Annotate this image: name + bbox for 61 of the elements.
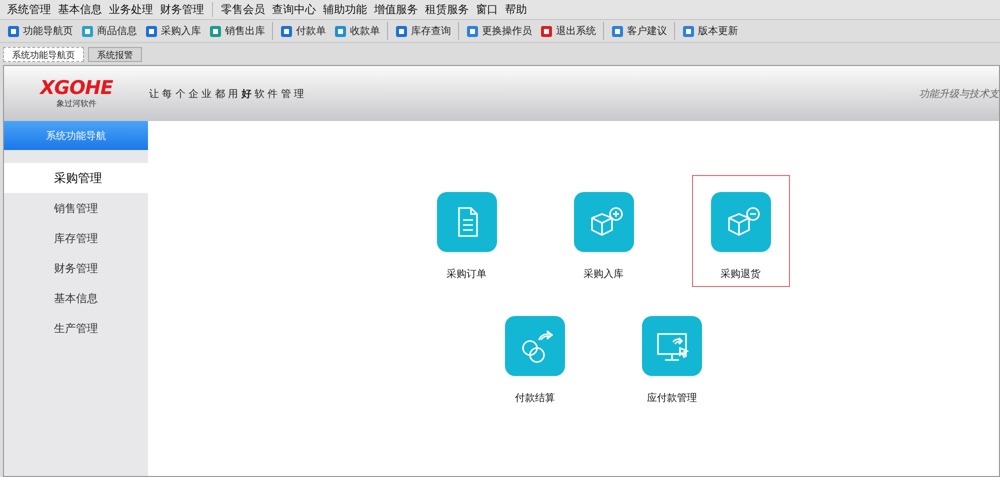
- toolbar-button[interactable]: 更换操作员: [462, 21, 536, 41]
- toolbar-icon: [81, 24, 94, 38]
- toolbar-button[interactable]: 采购入库: [141, 21, 205, 41]
- toolbar-button[interactable]: 退出系统: [536, 21, 600, 41]
- support-link[interactable]: 功能升级与技术支: [919, 86, 999, 100]
- sidebar-title: 系统功能导航: [4, 121, 148, 150]
- tab[interactable]: 系统功能导航页: [3, 47, 84, 62]
- tab[interactable]: 系统报警: [88, 47, 142, 62]
- menu-item[interactable]: 查询中心: [269, 2, 319, 17]
- sidebar-item[interactable]: 基本信息: [4, 283, 148, 313]
- function-tile[interactable]: 付款结算: [486, 299, 584, 411]
- menu-item[interactable]: 系统管理: [4, 2, 54, 17]
- monitor-icon: [642, 316, 702, 376]
- coins-icon: [505, 316, 565, 376]
- function-tile[interactable]: 采购入库: [554, 175, 652, 287]
- toolbar-icon: [682, 24, 695, 38]
- slogan: 让 每 个 企 业 都 用 好 软 件 管 理: [149, 88, 304, 100]
- toolbar-button[interactable]: 商品信息: [77, 21, 141, 41]
- sidebar-item[interactable]: 销售管理: [4, 193, 148, 223]
- sidebar-item[interactable]: 采购管理: [4, 163, 148, 193]
- tile-label: 付款结算: [515, 392, 555, 405]
- tile-label: 采购入库: [584, 268, 624, 281]
- logo-subtitle: 象过河软件: [56, 98, 96, 109]
- box-plus-icon: [574, 192, 634, 252]
- tile-label: 采购订单: [446, 268, 486, 281]
- menu-item[interactable]: 基本信息: [55, 2, 105, 17]
- toolbar-button[interactable]: 版本更新: [678, 21, 742, 41]
- logo: XGOHE: [40, 78, 113, 98]
- toolbar-icon: [145, 24, 158, 38]
- tile-label: 应付款管理: [647, 392, 697, 405]
- box-minus-icon: [710, 192, 770, 252]
- toolbar-button[interactable]: 库存查询: [391, 21, 455, 41]
- menu-item[interactable]: 帮助: [502, 2, 530, 17]
- sidebar-item[interactable]: 财务管理: [4, 253, 148, 283]
- function-tile[interactable]: 采购退货: [692, 175, 790, 287]
- menu-item[interactable]: 零售会员: [218, 2, 268, 17]
- toolbar-icon: [209, 24, 222, 38]
- menu-item[interactable]: 租赁服务: [422, 2, 472, 17]
- sidebar-item[interactable]: 库存管理: [4, 223, 148, 253]
- document-icon: [436, 192, 496, 252]
- menu-item[interactable]: 财务管理: [157, 2, 207, 17]
- function-tile[interactable]: 应付款管理: [623, 299, 721, 411]
- sidebar-item[interactable]: 生产管理: [4, 313, 148, 343]
- menu-item[interactable]: 增值服务: [371, 2, 421, 17]
- toolbar-icon: [395, 24, 408, 38]
- toolbar-icon: [466, 24, 479, 38]
- toolbar-icon: [334, 24, 347, 38]
- function-tile[interactable]: 采购订单: [418, 175, 516, 287]
- toolbar-button[interactable]: 销售出库: [205, 21, 269, 41]
- toolbar-icon: [611, 24, 624, 38]
- menu-item[interactable]: 窗口: [473, 2, 501, 17]
- toolbar-button[interactable]: 收款单: [330, 21, 384, 41]
- menu-item[interactable]: 业务处理: [106, 2, 156, 17]
- toolbar-icon: [280, 24, 293, 38]
- tile-label: 采购退货: [720, 268, 760, 281]
- menu-item[interactable]: 辅助功能: [320, 2, 370, 17]
- toolbar-icon: [7, 24, 20, 38]
- toolbar-button[interactable]: 客户建议: [607, 21, 671, 41]
- toolbar-button[interactable]: 功能导航页: [3, 21, 77, 41]
- toolbar-icon: [540, 24, 553, 38]
- toolbar-button[interactable]: 付款单: [276, 21, 330, 41]
